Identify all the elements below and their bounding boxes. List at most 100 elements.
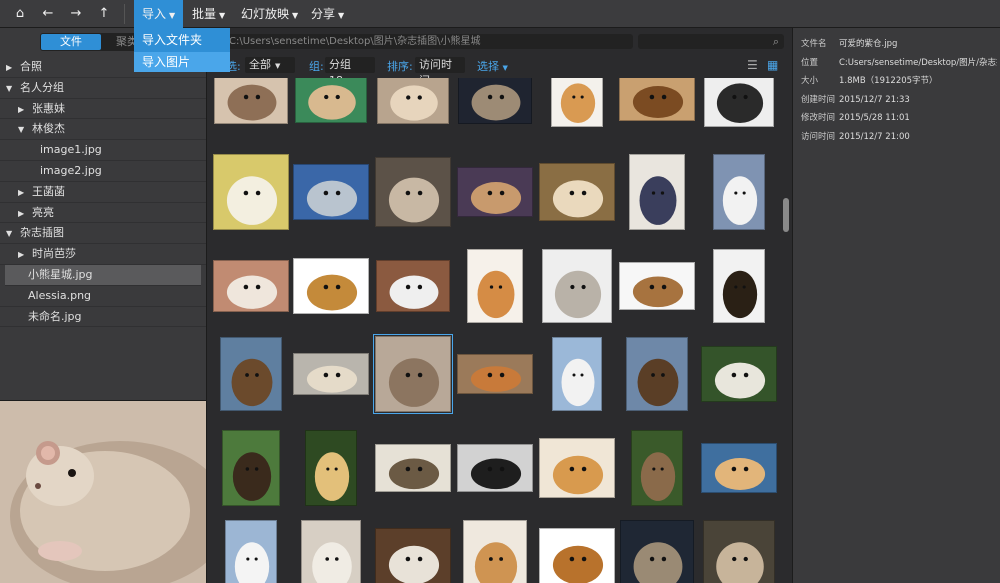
cat-thumbnail[interactable] xyxy=(542,249,612,323)
info-key: 文件名 xyxy=(801,39,827,49)
dog-picture xyxy=(470,458,522,490)
cat-thumbnail[interactable] xyxy=(551,78,603,127)
mouse-thumbnail[interactable] xyxy=(458,78,532,124)
cat-thumbnail[interactable] xyxy=(467,249,523,323)
monkey-thumbnail[interactable] xyxy=(631,430,683,506)
bull-terrier-thumbnail[interactable] xyxy=(713,154,765,230)
back-arrow-icon[interactable]: ← xyxy=(37,5,59,23)
chevron-down-icon: ▼ xyxy=(219,11,226,20)
tree-item[interactable]: ▶ 亮亮 xyxy=(0,203,206,224)
chevron-down-icon: ▼ xyxy=(275,62,281,70)
scrollbar-thumb[interactable] xyxy=(783,198,789,232)
expand-right-icon[interactable]: ▶ xyxy=(18,183,28,204)
cat-thumbnail[interactable] xyxy=(463,520,527,583)
search-icon[interactable]: ⌕ xyxy=(773,34,779,49)
hamster-thumbnail[interactable] xyxy=(457,167,533,217)
hamster-thumbnail[interactable] xyxy=(701,443,777,493)
expand-down-icon[interactable]: ▼ xyxy=(6,79,16,100)
monkey-thumbnail[interactable] xyxy=(305,430,357,506)
hamster-thumbnail[interactable] xyxy=(295,78,367,123)
beagle-thumbnail[interactable] xyxy=(619,262,695,310)
info-row: 大小 1.8MB（1912205字节） xyxy=(801,72,997,91)
bulldog-picture xyxy=(716,83,764,124)
home-icon[interactable]: ⌂ xyxy=(9,5,31,23)
tree-item[interactable]: 未命名.jpg xyxy=(0,307,206,328)
dog-thumbnail[interactable] xyxy=(619,78,695,121)
monkey-thumbnail[interactable] xyxy=(222,430,280,506)
tree-item[interactable]: ▼ 杂志插图 xyxy=(0,223,206,245)
beagle-thumbnail[interactable] xyxy=(213,260,289,312)
hamster-thumbnail[interactable] xyxy=(373,334,453,414)
up-arrow-icon[interactable]: ↑ xyxy=(93,5,115,23)
teddy-thumbnail[interactable] xyxy=(457,354,533,394)
filter-select[interactable]: 全部 ▼ xyxy=(245,57,295,73)
group-select[interactable]: 分组18▼ xyxy=(325,57,375,87)
puppy-thumbnail[interactable] xyxy=(539,528,615,583)
hamster-thumbnail[interactable] xyxy=(539,163,615,221)
dog-thumbnail[interactable] xyxy=(713,249,765,323)
sort-select[interactable]: 访问时间▼ xyxy=(415,57,465,87)
menu-import[interactable]: 导入 ▼ xyxy=(134,0,184,28)
info-row: 位置 C:Users/sensetime/Desktop/图片/杂志插... xyxy=(801,54,997,73)
info-key: 访问时间 xyxy=(801,131,836,142)
path-input[interactable]: C:\Users\sensetime\Desktop\图片\杂志插图\小熊星城 xyxy=(219,34,633,49)
tree-item[interactable]: ▶ 张惠妹 xyxy=(0,99,206,120)
tree-item[interactable]: ▼ 名人分组 xyxy=(0,78,206,99)
cat-thumbnail[interactable] xyxy=(375,157,451,227)
bear-thumbnail[interactable] xyxy=(626,337,688,411)
polar-bear-thumbnail[interactable] xyxy=(225,520,277,583)
cat-thumbnail[interactable] xyxy=(376,260,450,312)
grid-view-icon[interactable]: ▦ xyxy=(767,59,780,72)
forward-arrow-icon[interactable]: → xyxy=(65,5,87,23)
tree-item[interactable]: ▶ 王菡菡 xyxy=(0,182,206,203)
bear-thumbnail[interactable] xyxy=(220,337,282,411)
dog-cat-thumbnail[interactable] xyxy=(301,520,361,583)
tab-files[interactable]: 文件 xyxy=(41,34,101,50)
dog-thumbnail[interactable] xyxy=(457,444,533,492)
tree-item[interactable]: image1.jpg xyxy=(0,140,206,161)
expand-right-icon[interactable]: ▶ xyxy=(18,100,28,121)
expand-right-icon[interactable]: ▶ xyxy=(18,245,28,266)
pomeranian-thumbnail[interactable] xyxy=(539,438,615,498)
expand-down-icon[interactable]: ▼ xyxy=(6,224,16,245)
menu-batch[interactable]: 批量 ▼ xyxy=(184,0,233,28)
tree-item[interactable]: 小熊星城.jpg xyxy=(5,264,201,286)
expand-right-icon[interactable]: ▶ xyxy=(18,204,28,225)
select-menu[interactable]: 选择 ▼ xyxy=(477,58,508,74)
hamsters-thumbnail[interactable] xyxy=(293,164,369,220)
beagle-picture xyxy=(226,275,278,309)
mouse-thumbnail[interactable] xyxy=(620,520,694,583)
filter-bar: 筛选: 全部▼ 组: 分组18▼ 排序: 访问时间▼ 选择 ▼ ☰▦ xyxy=(207,55,792,87)
cat-thumbnail[interactable] xyxy=(213,154,289,230)
expand-down-icon[interactable]: ▼ xyxy=(18,120,28,141)
hamster-thumbnail[interactable] xyxy=(375,528,451,583)
menu-share[interactable]: 分享 ▼ xyxy=(303,0,352,28)
polar-bear-thumbnail[interactable] xyxy=(552,337,602,411)
hamsters-picture xyxy=(306,180,358,217)
cat-picture xyxy=(560,83,596,124)
bulldog-thumbnail[interactable] xyxy=(704,78,774,127)
menu-slideshow[interactable]: 幻灯放映 ▼ xyxy=(233,0,306,28)
mouse-picture xyxy=(633,542,683,583)
menu-slideshow-label: 幻灯放映 xyxy=(241,7,290,21)
menu-item-import-folder[interactable]: 导入文件夹 xyxy=(134,30,230,50)
dog-cat-thumbnail[interactable] xyxy=(629,154,685,230)
tree-item[interactable]: ▼ 林俊杰 xyxy=(0,119,206,141)
monkey-thumbnail[interactable] xyxy=(375,444,451,492)
menu-item-import-image[interactable]: 导入图片 xyxy=(134,52,230,72)
list-view-icon[interactable]: ☰ xyxy=(747,59,760,72)
hamster-thumbnail[interactable] xyxy=(214,78,288,124)
main-browser: C:\Users\sensetime\Desktop\图片\杂志插图\小熊星城 … xyxy=(207,28,792,583)
expand-right-icon[interactable]: ▶ xyxy=(6,58,16,79)
hamster-thumbnail[interactable] xyxy=(377,78,449,124)
cat-thumbnail[interactable] xyxy=(703,520,775,583)
puppy-thumbnail[interactable] xyxy=(293,258,369,314)
menu-import-label: 导入 xyxy=(142,7,167,21)
tree-item[interactable]: Alessia.png xyxy=(0,286,206,307)
polar-bear-thumbnail[interactable] xyxy=(701,346,777,402)
cat-thumbnail[interactable] xyxy=(293,353,369,395)
tree-item[interactable]: ▶ 时尚芭莎 xyxy=(0,244,206,265)
toolbar-divider xyxy=(124,4,125,24)
search-input[interactable]: ⌕ xyxy=(638,34,784,49)
tree-item[interactable]: image2.jpg xyxy=(0,161,206,182)
